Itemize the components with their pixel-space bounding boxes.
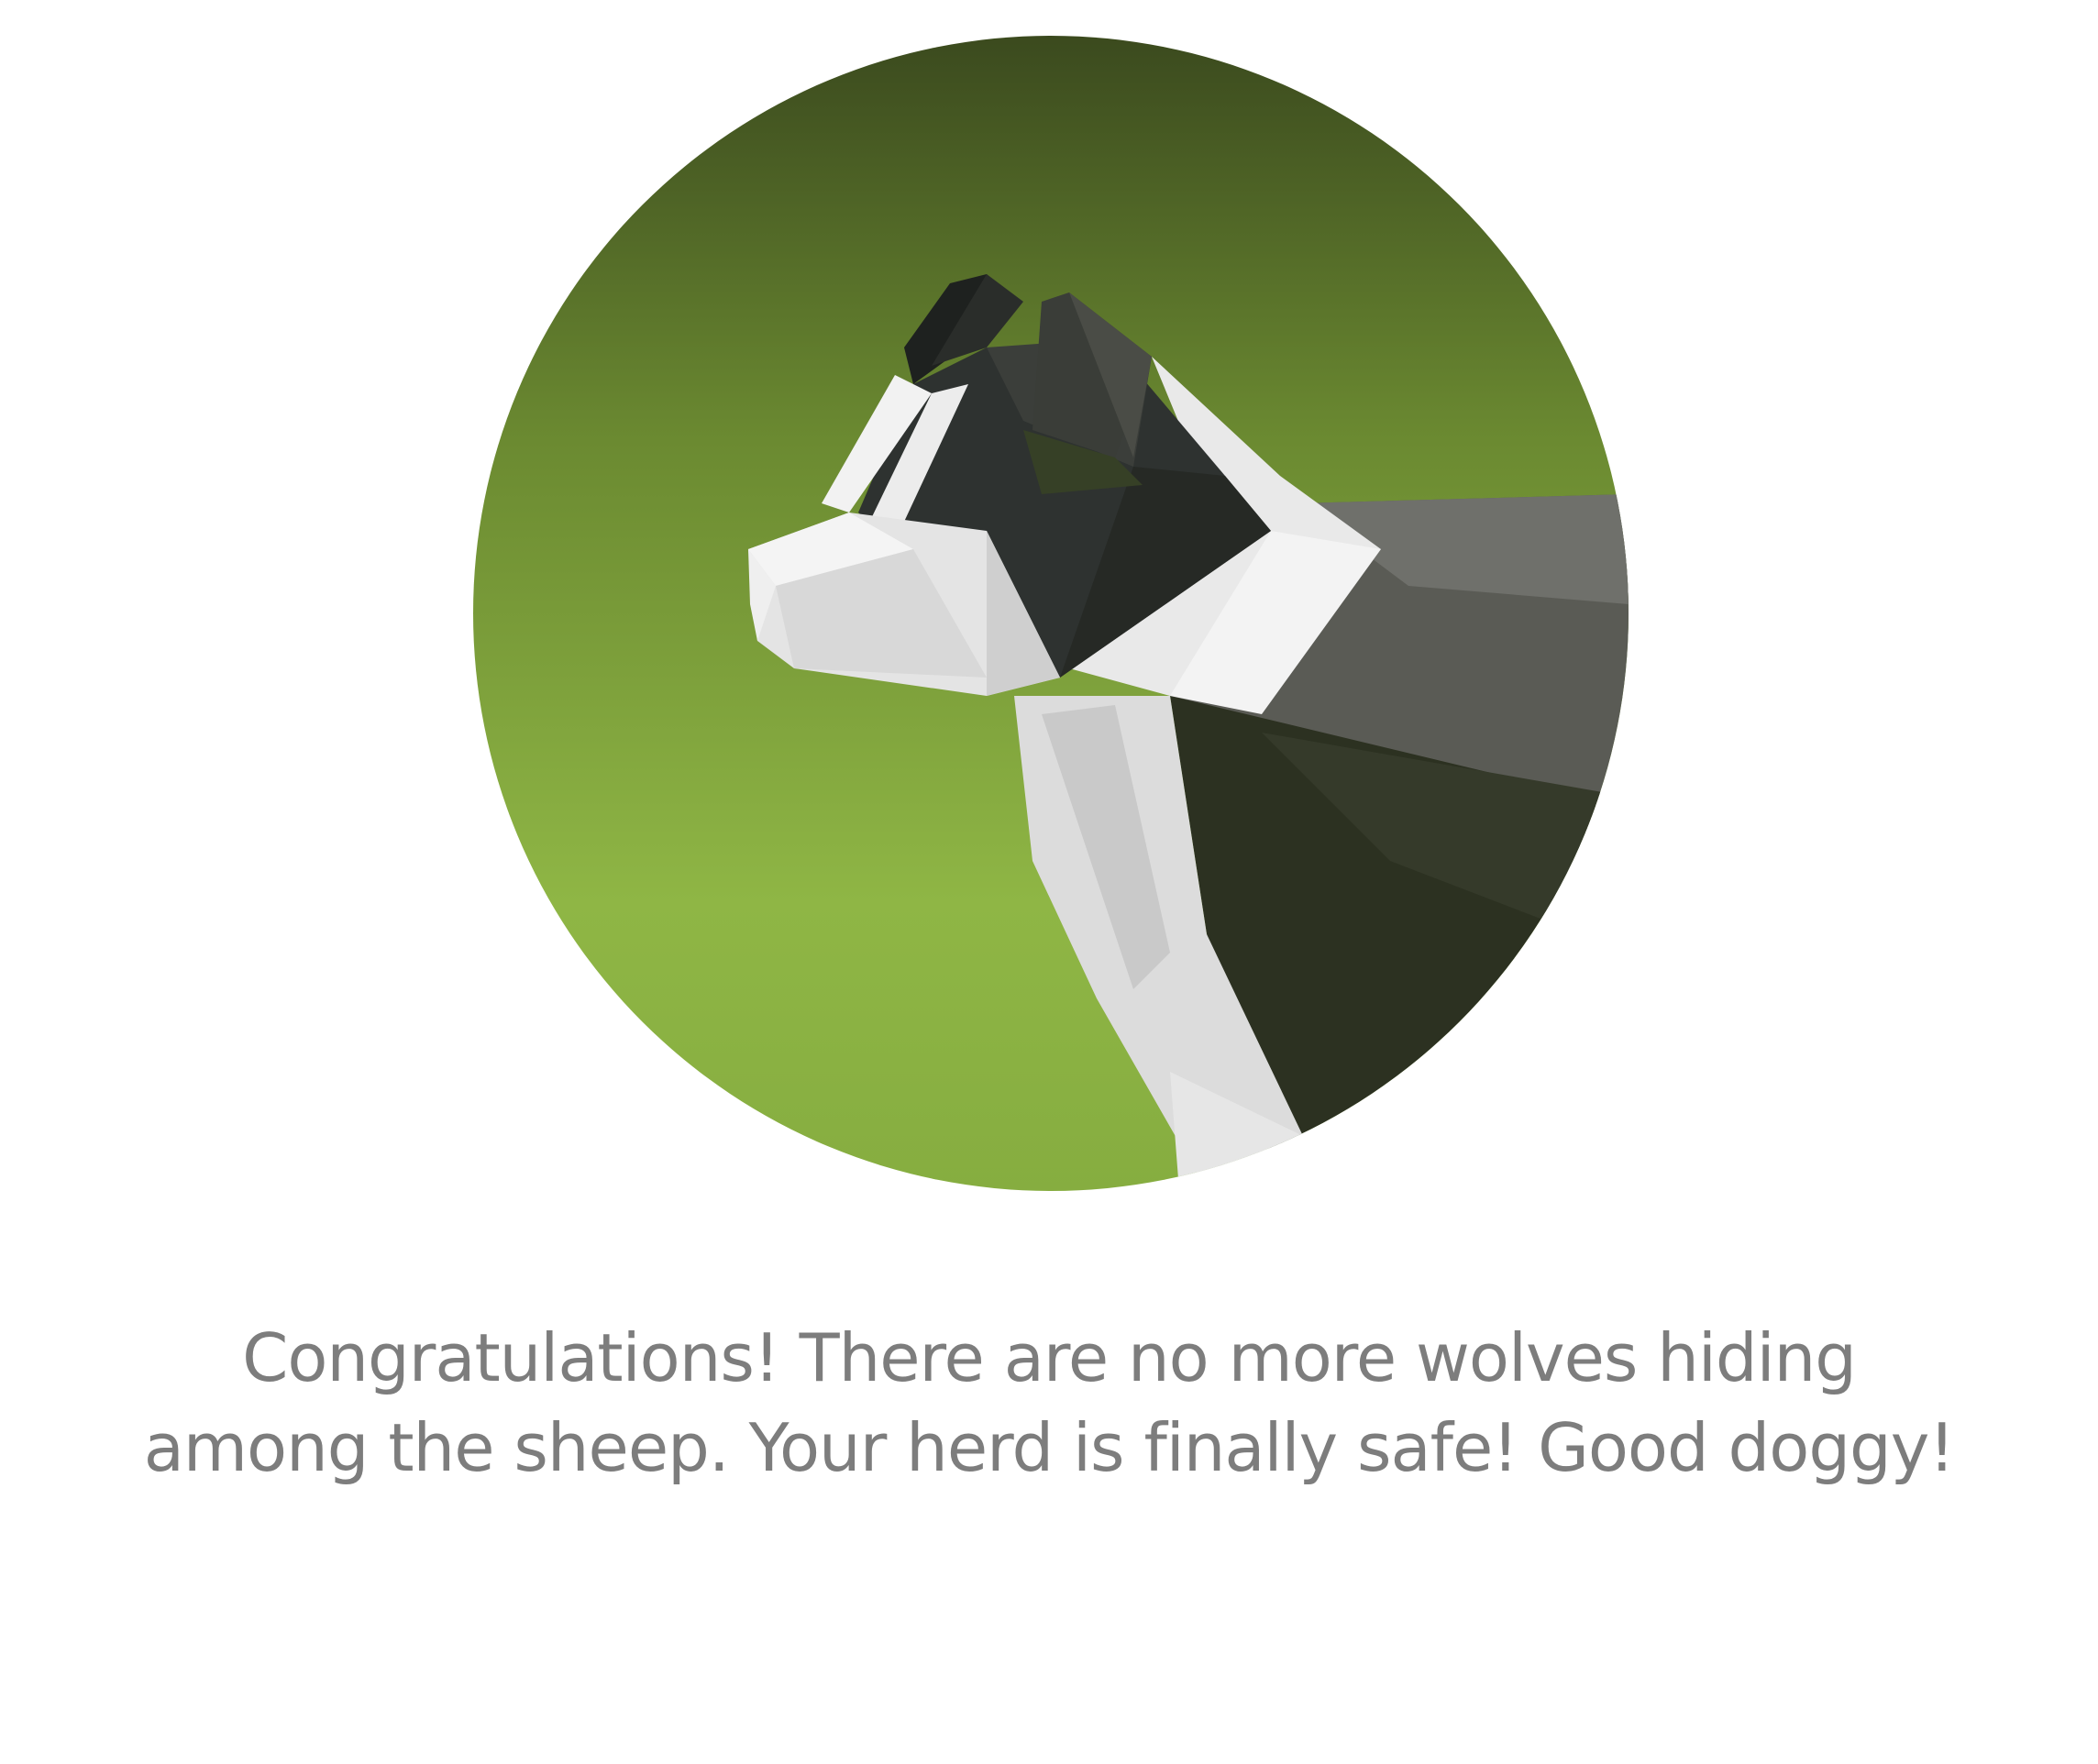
victory-message: Congratulations! There are no more wolve… — [0, 1313, 2098, 1493]
victory-message-line-1: Congratulations! There are no more wolve… — [242, 1319, 1857, 1396]
victory-illustration — [473, 36, 1629, 1191]
border-collie-illustration — [473, 36, 1629, 1191]
victory-screen: Congratulations! There are no more wolve… — [0, 0, 2098, 1764]
victory-message-line-2: among the sheep. Your herd is finally sa… — [143, 1409, 1955, 1486]
